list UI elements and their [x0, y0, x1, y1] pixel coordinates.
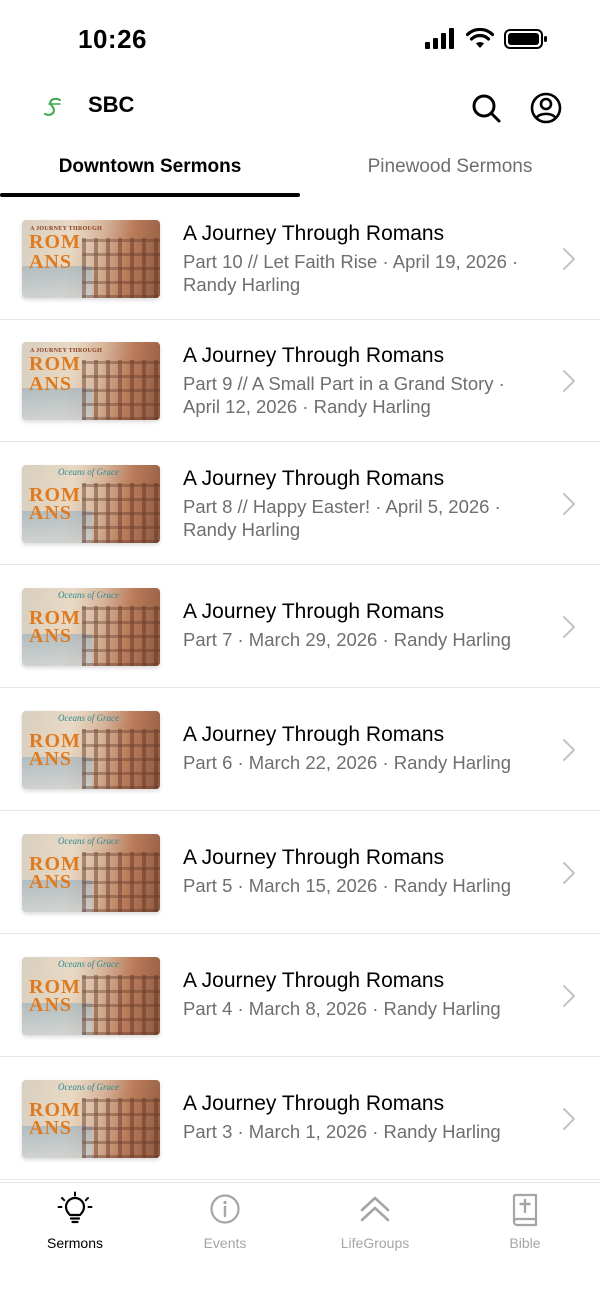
sermon-subtitle: Part 7 · March 29, 2026 · Randy Harling [183, 629, 512, 650]
chevron-right-icon [563, 248, 575, 270]
nav-sermons-label: Sermons [46, 1235, 104, 1251]
sermon-title: A Journey Through Romans [183, 969, 445, 992]
sermon-row[interactable]: Oceans of Grace ROM ANS A Journey Throug… [0, 566, 600, 688]
sermon-subtitle: Part 6 · March 22, 2026 · Randy Harling [183, 752, 512, 773]
sermon-row[interactable]: Oceans of Grace ROM ANS A Journey Throug… [0, 935, 600, 1057]
sermon-subtitle: Part 8 // Happy Easter! · April 5, 2026 … [183, 496, 501, 540]
tab-pinewood-sermons[interactable]: Pinewood Sermons [300, 136, 600, 198]
church-logo-icon [44, 97, 61, 116]
chevron-right-icon [563, 616, 575, 638]
sermon-row[interactable]: Oceans of Grace ROM ANS A Journey Throug… [0, 812, 600, 934]
sermon-thumbnail: A JOURNEY THROUGH ROM ANS [22, 220, 160, 298]
sermon-row[interactable]: Oceans of Grace ROM ANS A Journey Throug… [0, 1058, 600, 1180]
app-title: SBC [88, 92, 135, 117]
sermon-list: A JOURNEY THROUGH ROM ANS A Journey Thro… [0, 198, 600, 1182]
sermon-title: A Journey Through Romans [183, 846, 445, 869]
sermon-subtitle: Part 4 · March 8, 2026 · Randy Harling [183, 998, 501, 1019]
nav-lifegroups-label: LifeGroups [340, 1235, 410, 1251]
sermon-tabs: Downtown Sermons Pinewood Sermons [0, 136, 600, 198]
nav-events[interactable]: Events [150, 1191, 300, 1261]
bottom-tab-bar: Sermons Events LifeGroups Bible [0, 1182, 600, 1300]
sermon-title: A Journey Through Romans [183, 723, 445, 746]
sermon-thumbnail: Oceans of Grace ROM ANS [22, 1080, 160, 1158]
sermon-subtitle: Part 3 · March 1, 2026 · Randy Harling [183, 1121, 501, 1142]
chevron-right-icon [563, 370, 575, 392]
account-icon [530, 92, 562, 124]
status-icons [424, 28, 548, 50]
sermon-thumbnail: Oceans of Grace ROM ANS [22, 588, 160, 666]
status-bar: 10:26 [0, 0, 600, 80]
bible-icon [512, 1193, 538, 1227]
chevron-right-icon [563, 862, 575, 884]
signal-icon [425, 28, 454, 49]
wifi-icon [466, 28, 494, 48]
nav-sermons[interactable]: Sermons [0, 1191, 150, 1261]
sermon-row[interactable]: A JOURNEY THROUGH ROM ANS A Journey Thro… [0, 320, 600, 442]
chevron-right-icon [563, 1108, 575, 1130]
chevron-right-icon [563, 493, 575, 515]
sermon-title: A Journey Through Romans [183, 467, 445, 490]
search-button[interactable] [468, 90, 504, 126]
sermon-title: A Journey Through Romans [183, 600, 445, 623]
sermon-subtitle: Part 9 // A Small Part in a Grand Story … [183, 373, 505, 417]
account-button[interactable] [528, 90, 564, 126]
sermon-row[interactable]: Oceans of Grace ROM ANS A Journey Throug… [0, 443, 600, 565]
double-chevron-up-icon [360, 1196, 390, 1222]
sermon-title: A Journey Through Romans [183, 1092, 445, 1115]
chevron-right-icon [563, 739, 575, 761]
nav-bible-label: Bible [509, 1235, 541, 1251]
info-icon [210, 1194, 240, 1224]
sermon-thumbnail: Oceans of Grace ROM ANS [22, 834, 160, 912]
app-header: SBC [0, 80, 600, 136]
sermon-thumbnail: Oceans of Grace ROM ANS [22, 957, 160, 1035]
lightbulb-icon [57, 1191, 93, 1224]
sermon-thumbnail: A JOURNEY THROUGH ROM ANS [22, 342, 160, 420]
sermon-subtitle: Part 10 // Let Faith Rise · April 19, 20… [183, 251, 519, 295]
sermon-thumbnail: Oceans of Grace ROM ANS [22, 465, 160, 543]
sermon-title: A Journey Through Romans [183, 344, 445, 367]
tab-downtown-sermons[interactable]: Downtown Sermons [0, 136, 300, 198]
nav-bible[interactable]: Bible [450, 1191, 600, 1261]
sermon-row[interactable]: Oceans of Grace ROM ANS A Journey Throug… [0, 689, 600, 811]
sermon-thumbnail: Oceans of Grace ROM ANS [22, 711, 160, 789]
nav-lifegroups[interactable]: LifeGroups [300, 1191, 450, 1261]
active-tab-indicator [0, 193, 300, 197]
sermon-subtitle: Part 5 · March 15, 2026 · Randy Harling [183, 875, 512, 896]
nav-events-label: Events [203, 1235, 247, 1251]
chevron-right-icon [563, 985, 575, 1007]
sermon-title: A Journey Through Romans [183, 222, 445, 245]
status-time: 10:26 [78, 24, 147, 54]
search-icon [472, 94, 501, 123]
sermon-row[interactable]: A JOURNEY THROUGH ROM ANS A Journey Thro… [0, 198, 600, 320]
battery-icon [504, 29, 547, 49]
